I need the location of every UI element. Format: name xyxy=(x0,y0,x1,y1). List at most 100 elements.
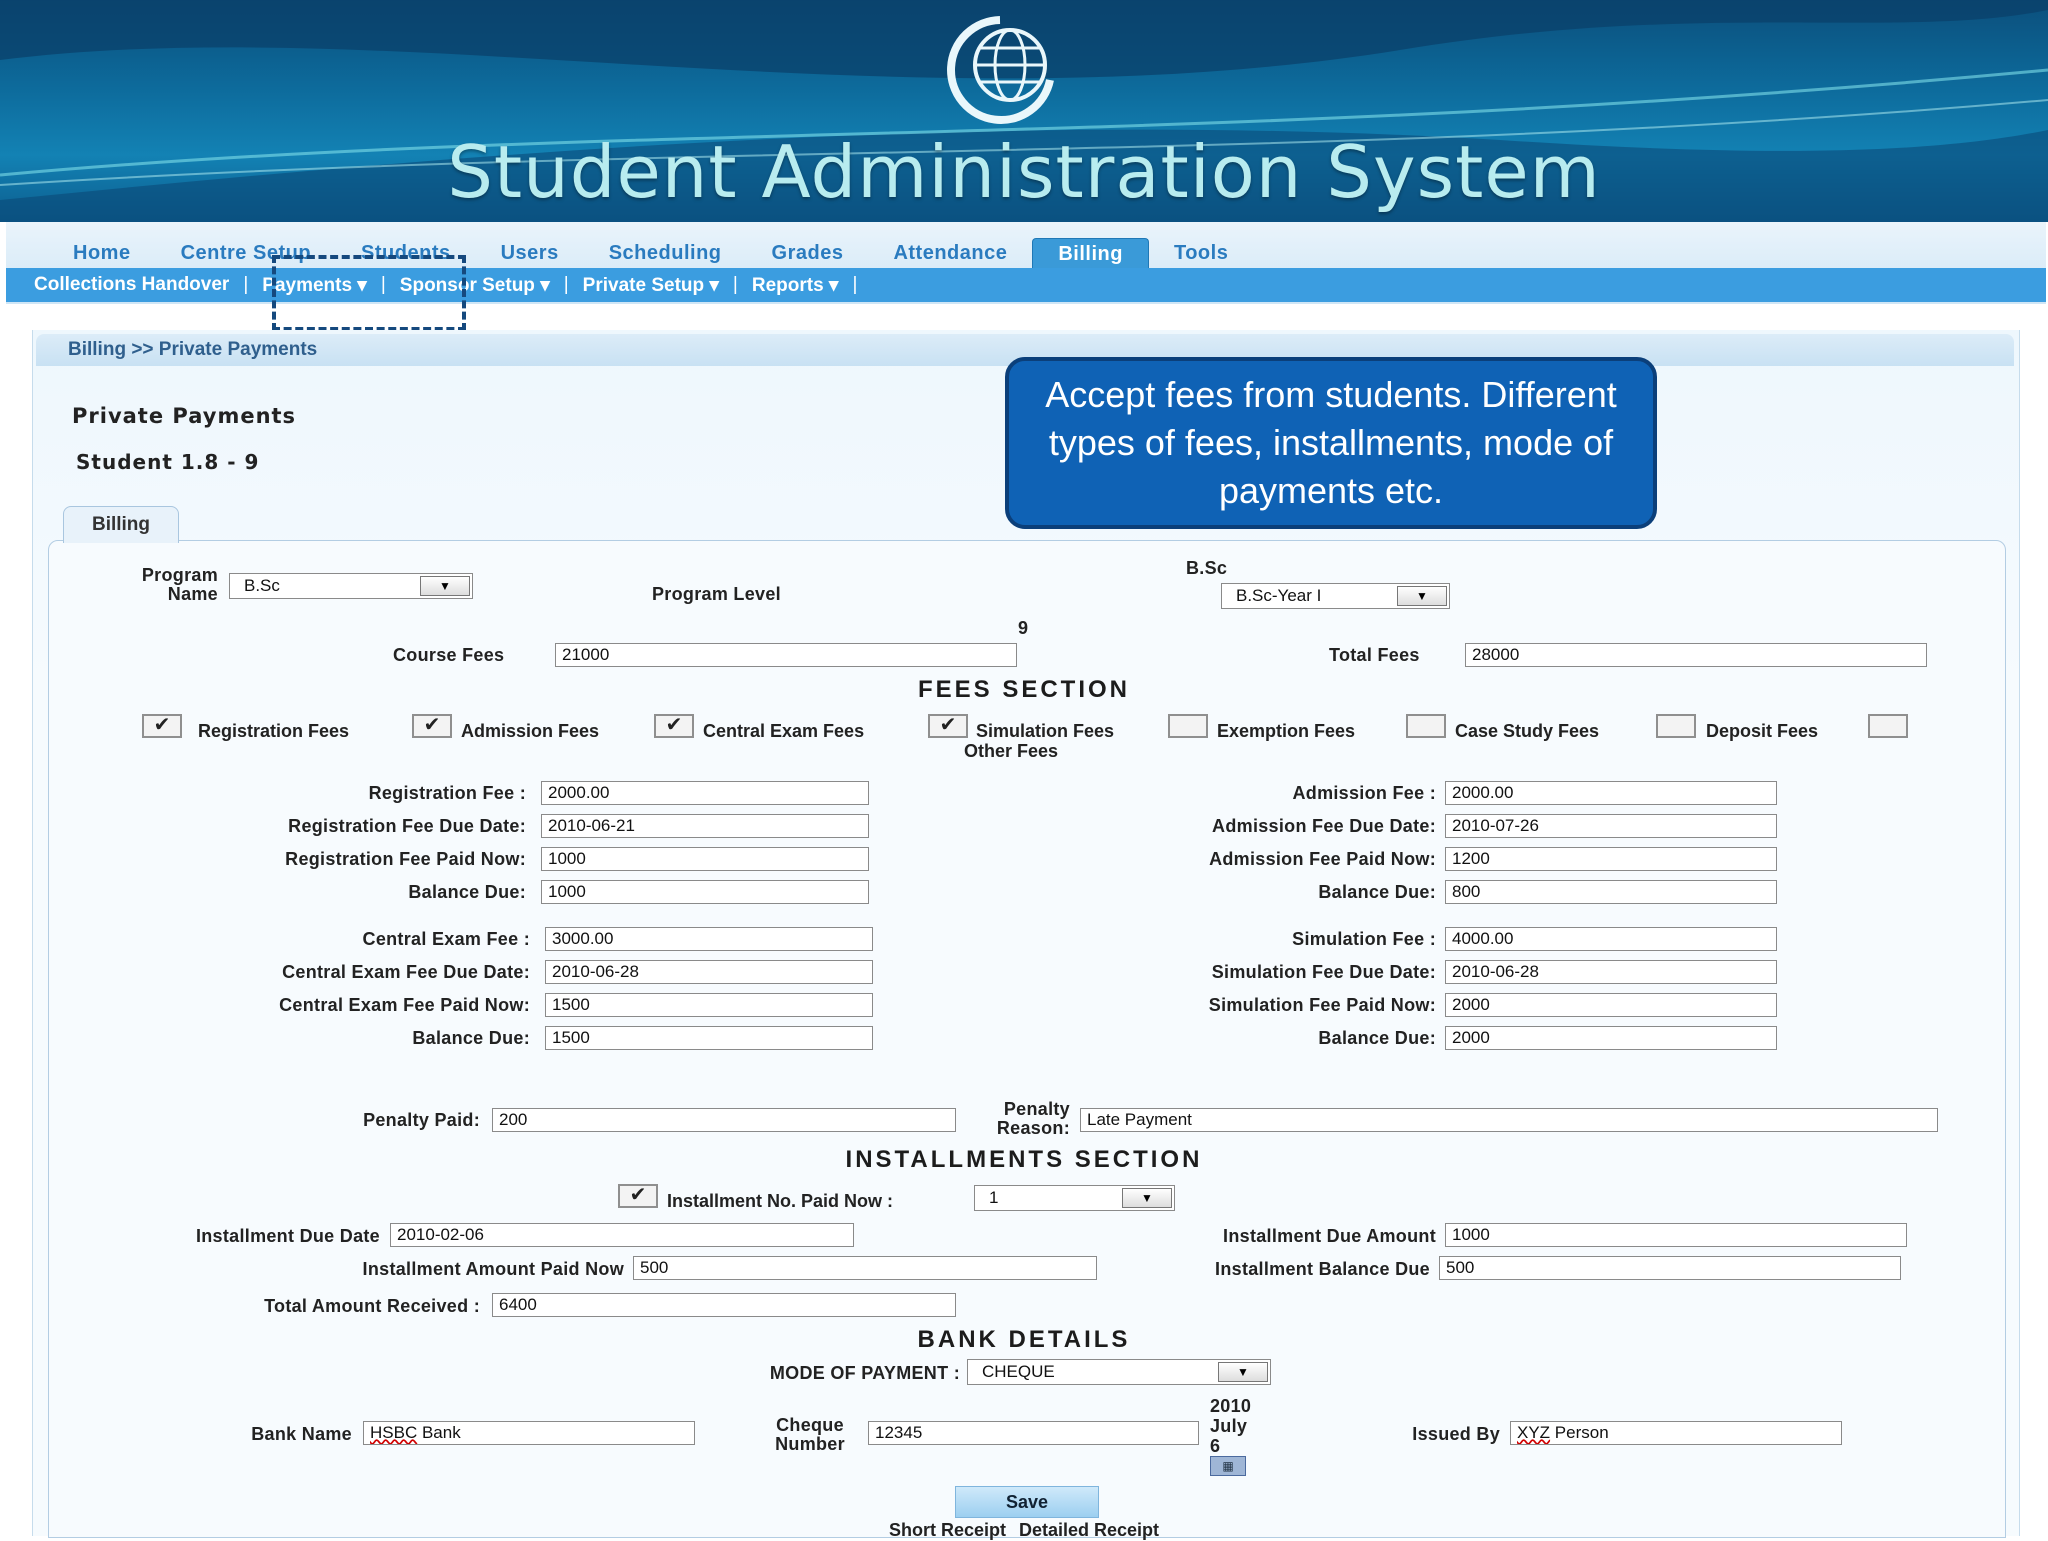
subnav-separator: | xyxy=(732,274,738,295)
simulation-paid-now-label: Simulation Fee Paid Now: xyxy=(1208,995,1436,1015)
payments-highlight-box xyxy=(272,255,466,331)
other-fees-checkbox-label: Other Fees xyxy=(964,741,1059,761)
bank-name-input[interactable]: HSBC Bank xyxy=(363,1421,695,1445)
bank-name-label: Bank Name xyxy=(251,1424,352,1444)
case-study-fees-checkbox[interactable] xyxy=(1406,714,1446,738)
issued-by-label: Issued By xyxy=(1412,1424,1500,1444)
app-title: Student Administration System xyxy=(447,130,1601,214)
program-level-select[interactable]: B.Sc-Year I ▼ xyxy=(1221,583,1450,609)
registration-fees-checkbox[interactable]: ✔ xyxy=(142,714,182,738)
penalty-reason-label: Penalty Reason: xyxy=(996,1099,1070,1138)
registration-paid-now-input[interactable]: 1000 xyxy=(541,847,869,871)
simulation-fees-checkbox[interactable]: ✔ xyxy=(928,714,968,738)
installment-no-paid-label: Installment No. Paid Now : xyxy=(667,1191,894,1211)
subnav-separator: | xyxy=(243,274,249,295)
admission-balance-due-label: Balance Due: xyxy=(1318,882,1436,902)
installment-due-amount-input[interactable]: 1000 xyxy=(1445,1223,1907,1247)
chevron-down-icon[interactable]: ▼ xyxy=(1122,1188,1172,1208)
program-name-label: Program Name xyxy=(141,565,218,604)
program-name-select[interactable]: B.Sc ▼ xyxy=(229,573,473,599)
tab-billing-form[interactable]: Billing xyxy=(63,506,179,543)
registration-paid-now-label: Registration Fee Paid Now: xyxy=(285,849,526,869)
exemption-fees-checkbox[interactable] xyxy=(1168,714,1208,738)
course-fees-input[interactable]: 21000 xyxy=(555,643,1017,667)
simulation-fee-input[interactable]: 4000.00 xyxy=(1445,927,1777,951)
admission-fee-input[interactable]: 2000.00 xyxy=(1445,781,1777,805)
central-exam-balance-due-label: Balance Due: xyxy=(412,1028,530,1048)
simulation-fee-label: Simulation Fee : xyxy=(1292,929,1436,949)
penalty-reason-input[interactable]: Late Payment xyxy=(1080,1108,1938,1132)
penalty-paid-label: Penalty Paid: xyxy=(363,1110,480,1130)
registration-balance-due-input[interactable]: 1000 xyxy=(541,880,869,904)
tab-grades[interactable]: Grades xyxy=(747,238,869,268)
penalty-paid-input[interactable]: 200 xyxy=(492,1108,956,1132)
deposit-fees-checkbox[interactable] xyxy=(1656,714,1696,738)
number-marker: 9 xyxy=(1018,618,1029,638)
tab-home[interactable]: Home xyxy=(48,238,156,268)
fees-section-heading: FEES SECTION xyxy=(917,676,1131,703)
subnav-reports-menu[interactable]: Reports ▾ xyxy=(744,274,847,297)
calendar-icon[interactable]: ▦ xyxy=(1210,1456,1246,1476)
simulation-paid-now-input[interactable]: 2000 xyxy=(1445,993,1777,1017)
tab-attendance[interactable]: Attendance xyxy=(868,238,1032,268)
main-nav: Home Centre Setup Students Users Schedul… xyxy=(48,237,1253,269)
installment-amount-paid-label: Installment Amount Paid Now xyxy=(362,1259,624,1279)
page-title: Private Payments xyxy=(72,404,297,428)
short-receipt-link[interactable]: Short Receipt xyxy=(885,1520,1010,1540)
admission-paid-now-input[interactable]: 1200 xyxy=(1445,847,1777,871)
issued-by-input[interactable]: XYZ Person xyxy=(1510,1421,1842,1445)
cheque-number-label: Cheque Number xyxy=(775,1415,845,1454)
admission-fees-checkbox[interactable]: ✔ xyxy=(412,714,452,738)
admission-fee-label: Admission Fee : xyxy=(1292,783,1436,803)
admission-due-date-label: Admission Fee Due Date: xyxy=(1212,816,1436,836)
cheque-number-input[interactable]: 12345 xyxy=(868,1421,1199,1445)
central-exam-balance-due-input[interactable]: 1500 xyxy=(545,1026,873,1050)
check-mark-icon: ✔ xyxy=(153,714,171,736)
admission-balance-due-input[interactable]: 800 xyxy=(1445,880,1777,904)
total-amount-received-input[interactable]: 6400 xyxy=(492,1293,956,1317)
tab-billing[interactable]: Billing xyxy=(1032,237,1149,269)
save-button[interactable]: Save xyxy=(955,1486,1099,1518)
tab-tools[interactable]: Tools xyxy=(1149,238,1253,268)
simulation-balance-due-input[interactable]: 2000 xyxy=(1445,1026,1777,1050)
receipt-links: Short Receipt Detailed Receipt xyxy=(0,1520,2048,1541)
chevron-down-icon[interactable]: ▼ xyxy=(420,576,470,596)
tab-users[interactable]: Users xyxy=(476,238,584,268)
callout-note: Accept fees from students. Different typ… xyxy=(1005,357,1657,529)
other-fees-checkbox[interactable] xyxy=(1868,714,1908,738)
central-exam-due-date-input[interactable]: 2010-06-28 xyxy=(545,960,873,984)
central-exam-paid-now-input[interactable]: 1500 xyxy=(545,993,873,1017)
chevron-down-icon[interactable]: ▼ xyxy=(1397,586,1447,606)
central-exam-paid-now-label: Central Exam Fee Paid Now: xyxy=(279,995,530,1015)
installment-paid-checkbox[interactable]: ✔ xyxy=(618,1184,658,1208)
check-mark-icon: ✔ xyxy=(629,1184,647,1206)
installment-amount-paid-input[interactable]: 500 xyxy=(633,1256,1097,1280)
breadcrumb: Billing >> Private Payments xyxy=(68,339,318,360)
central-exam-fee-input[interactable]: 3000.00 xyxy=(545,927,873,951)
central-exam-fees-checkbox-label: Central Exam Fees xyxy=(703,721,865,741)
installment-due-amount-label: Installment Due Amount xyxy=(1223,1226,1436,1246)
program-level-value: B.Sc-Year I xyxy=(1236,586,1322,605)
simulation-fees-checkbox-label: Simulation Fees xyxy=(976,721,1115,741)
detailed-receipt-link[interactable]: Detailed Receipt xyxy=(1015,1520,1163,1540)
subnav-collections-handover[interactable]: Collections Handover xyxy=(26,274,237,296)
mode-of-payment-select[interactable]: CHEQUE ▼ xyxy=(967,1359,1271,1385)
central-exam-fees-checkbox[interactable]: ✔ xyxy=(654,714,694,738)
simulation-due-date-label: Simulation Fee Due Date: xyxy=(1211,962,1436,982)
subnav-private-setup-menu[interactable]: Private Setup ▾ xyxy=(575,274,727,297)
installment-balance-due-input[interactable]: 500 xyxy=(1439,1256,1901,1280)
bank-name-rest: Bank xyxy=(417,1423,461,1442)
program-name-value: B.Sc xyxy=(244,576,280,595)
total-fees-input[interactable]: 28000 xyxy=(1465,643,1927,667)
registration-due-date-input[interactable]: 2010-06-21 xyxy=(541,814,869,838)
issued-by-brand: XYZ xyxy=(1517,1423,1551,1442)
registration-balance-due-label: Balance Due: xyxy=(408,882,526,902)
simulation-due-date-input[interactable]: 2010-06-28 xyxy=(1445,960,1777,984)
tab-scheduling[interactable]: Scheduling xyxy=(584,238,747,268)
registration-fee-input[interactable]: 2000.00 xyxy=(541,781,869,805)
chevron-down-icon[interactable]: ▼ xyxy=(1218,1362,1268,1382)
installment-due-date-label: Installment Due Date xyxy=(195,1226,380,1246)
installment-no-select[interactable]: 1 ▼ xyxy=(974,1185,1175,1211)
installment-due-date-input[interactable]: 2010-02-06 xyxy=(390,1223,854,1247)
admission-due-date-input[interactable]: 2010-07-26 xyxy=(1445,814,1777,838)
